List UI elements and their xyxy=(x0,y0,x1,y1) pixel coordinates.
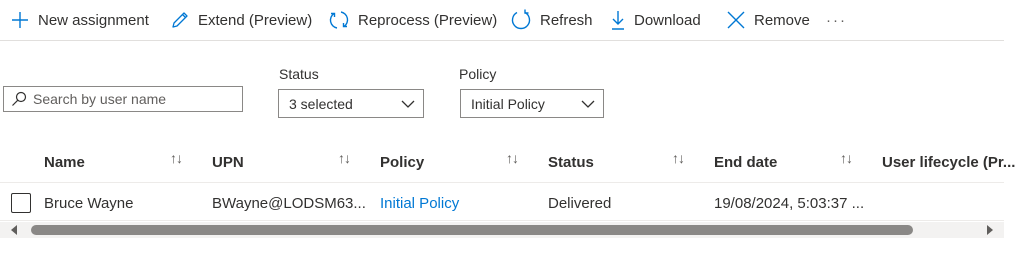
sort-name-icon[interactable]: ↑↓ xyxy=(170,150,183,166)
remove-button[interactable]: Remove xyxy=(726,8,810,32)
column-header-upn[interactable]: UPN xyxy=(212,152,244,172)
search-box[interactable] xyxy=(3,86,243,112)
sort-end-date-icon[interactable]: ↑↓ xyxy=(840,150,853,166)
download-button[interactable]: Download xyxy=(610,8,701,32)
cell-name: Bruce Wayne xyxy=(44,195,134,212)
download-icon xyxy=(612,11,624,30)
close-icon xyxy=(727,11,745,29)
search-icon xyxy=(12,91,27,106)
policy-filter-label: Policy xyxy=(459,66,497,82)
refresh-label: Refresh xyxy=(540,11,593,29)
column-header-user-lifecycle[interactable]: User lifecycle (Pr... xyxy=(882,152,1015,172)
reprocess-icon xyxy=(329,11,349,29)
cell-upn: BWayne@LODSM63... xyxy=(212,195,366,212)
cell-end-date: 19/08/2024, 5:03:37 ... xyxy=(714,195,865,212)
scrollbar-thumb[interactable] xyxy=(31,225,913,235)
new-assignment-label: New assignment xyxy=(38,11,149,29)
remove-label: Remove xyxy=(754,11,810,29)
refresh-button[interactable]: Refresh xyxy=(510,8,593,32)
column-header-policy[interactable]: Policy xyxy=(380,152,424,172)
policy-filter-value: Initial Policy xyxy=(471,95,545,112)
header-divider xyxy=(0,182,1004,183)
download-label: Download xyxy=(634,11,701,29)
policy-filter-dropdown[interactable]: Initial Policy xyxy=(460,89,604,118)
more-options-button[interactable]: ··· xyxy=(826,8,847,32)
scroll-left-arrow-icon[interactable] xyxy=(11,225,17,235)
column-header-name[interactable]: Name xyxy=(44,152,85,172)
row-divider xyxy=(0,220,1004,221)
chevron-down-icon xyxy=(581,100,595,108)
column-header-status[interactable]: Status xyxy=(548,152,594,172)
sort-policy-icon[interactable]: ↑↓ xyxy=(506,150,519,166)
status-filter-dropdown[interactable]: 3 selected xyxy=(278,89,424,118)
search-input[interactable] xyxy=(33,91,233,107)
status-filter-label: Status xyxy=(279,66,319,82)
scroll-right-arrow-icon[interactable] xyxy=(987,225,993,235)
pencil-icon xyxy=(172,12,188,28)
reprocess-button[interactable]: Reprocess (Preview) xyxy=(328,8,497,32)
sort-status-icon[interactable]: ↑↓ xyxy=(672,150,685,166)
new-assignment-button[interactable]: New assignment xyxy=(10,8,149,32)
sort-upn-icon[interactable]: ↑↓ xyxy=(338,150,351,166)
toolbar-divider xyxy=(0,40,1004,41)
status-filter-value: 3 selected xyxy=(289,95,353,112)
column-header-end-date[interactable]: End date xyxy=(714,152,777,172)
row-checkbox[interactable] xyxy=(11,193,31,213)
reprocess-label: Reprocess (Preview) xyxy=(358,11,498,29)
extend-button[interactable]: Extend (Preview) xyxy=(170,8,312,32)
command-bar: New assignment Extend (Preview) Reproces… xyxy=(0,0,1004,40)
more-icon: ··· xyxy=(826,11,847,29)
cell-policy-link[interactable]: Initial Policy xyxy=(380,195,459,212)
chevron-down-icon xyxy=(401,100,415,108)
cell-status: Delivered xyxy=(548,195,612,212)
plus-icon xyxy=(12,12,28,28)
extend-label: Extend (Preview) xyxy=(198,11,313,29)
refresh-icon xyxy=(511,9,531,30)
